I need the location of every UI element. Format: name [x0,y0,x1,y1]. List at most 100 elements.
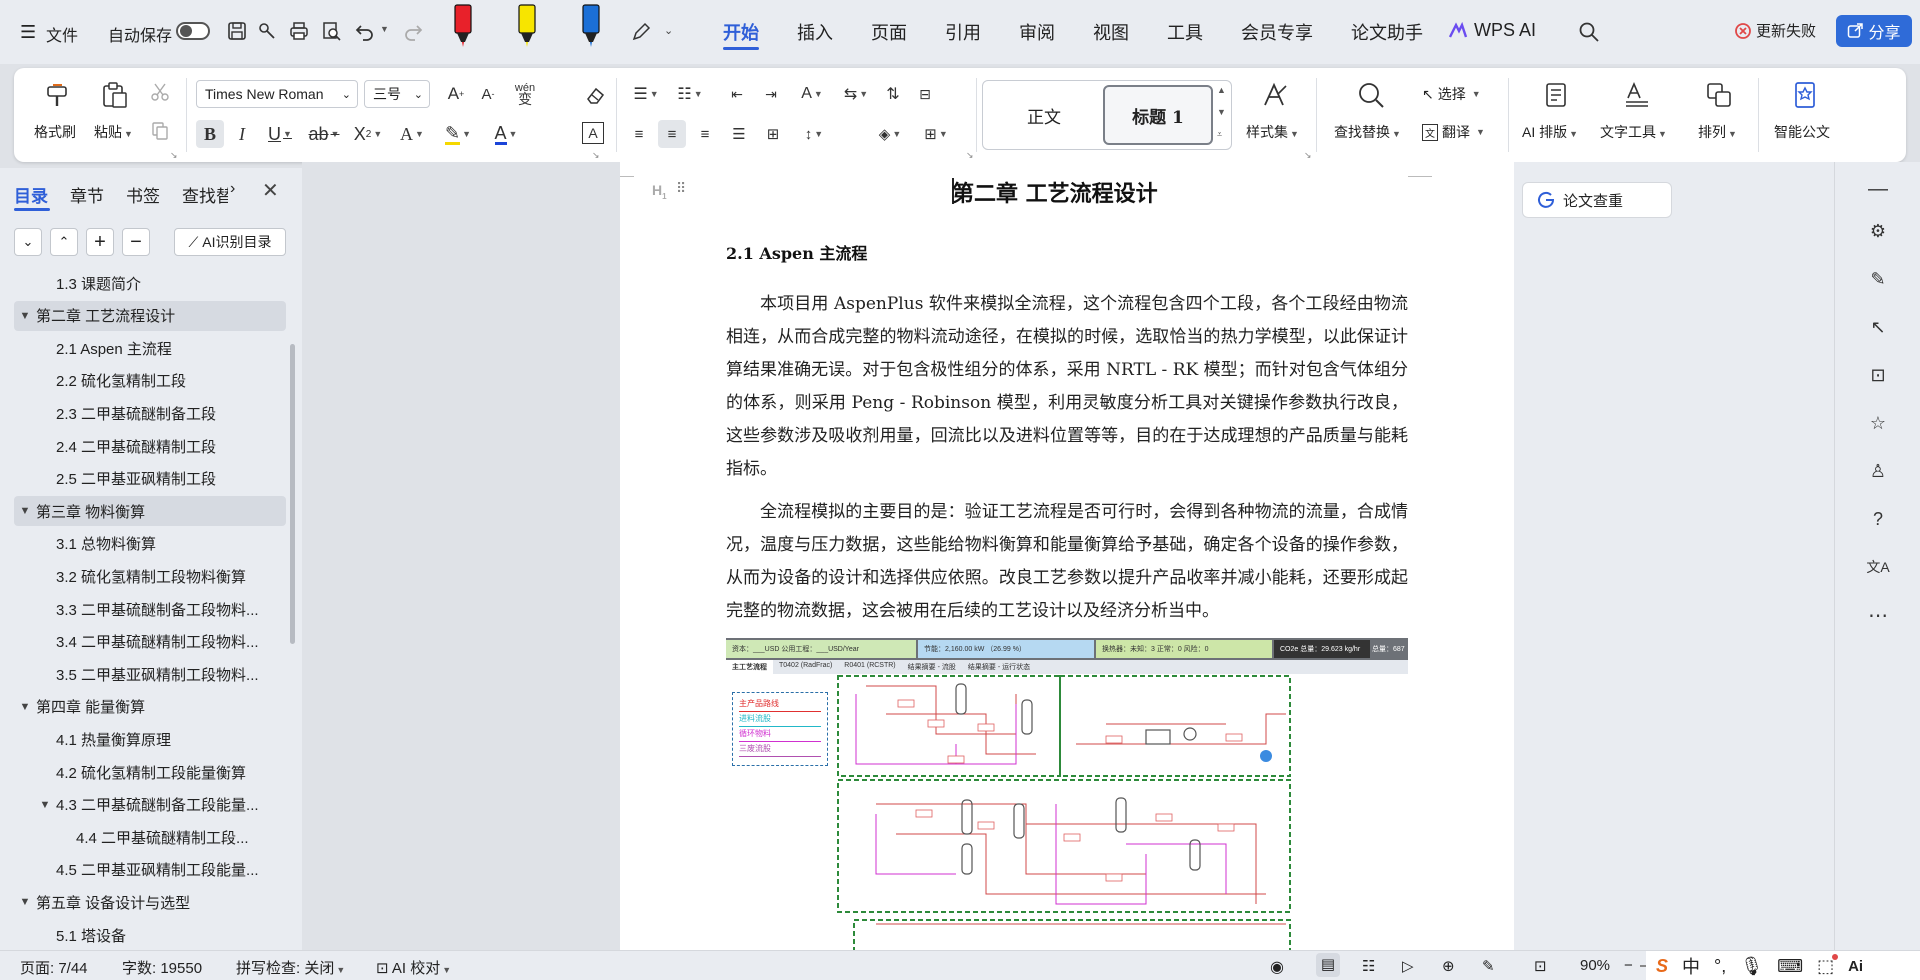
sogou-logo-icon[interactable]: S [1656,956,1668,977]
align-center-icon[interactable]: ≡ [658,120,686,148]
nav-tab-bookmark[interactable]: 书签 [126,182,160,207]
image-tool-icon[interactable]: ⊡ [1863,360,1893,390]
toc-item[interactable]: ▼ 第三章 物料衡算 [14,496,286,527]
expand-arrow-icon[interactable]: ▼ [34,799,56,811]
flowsheet-tab[interactable]: 结果摘要 - 流股 [902,660,962,674]
more-icon[interactable]: ⋯ [1863,600,1893,630]
red-marker-icon[interactable] [452,4,474,48]
help-icon[interactable]: ? [1863,504,1893,534]
toc-item[interactable]: 2.4 二甲基硫醚精制工段 [14,431,286,461]
find-replace-button[interactable]: 查找替换 ▼ [1334,122,1401,142]
shirt-icon[interactable]: ♙ [1863,456,1893,486]
style-more-icon[interactable]: ⩡ [1217,129,1222,140]
style-launcher-icon[interactable]: ↘ [1304,150,1312,161]
expand-all-icon[interactable]: ⌃ [50,228,78,256]
clipboard-launcher-icon[interactable]: ↘ [170,150,178,161]
paragraph-1[interactable]: 本项目用 AspenPlus 软件来模拟全流程，这个流程包含四个工段，各个工段经… [726,288,1408,486]
grow-font-icon[interactable]: A + [444,82,468,106]
format-painter-icon[interactable] [44,82,72,110]
tab-thesis-assistant[interactable]: 论文助手 [1332,0,1442,64]
shading-button[interactable]: ◈ ▼ [870,120,910,148]
toc-item[interactable]: 5.1 塔设备 [14,920,286,950]
clear-format-icon[interactable] [584,84,606,106]
expand-arrow-icon[interactable]: ▼ [14,505,36,517]
update-failed-button[interactable]: 更新失败 [1734,20,1816,41]
border-button[interactable]: ⊞ ▼ [916,120,956,148]
show-marks-icon[interactable]: ⊟ [912,80,938,108]
ime-toolbox-icon[interactable]: ⬚ [1817,953,1839,977]
tab-insert[interactable]: 插入 [778,0,852,64]
section-title[interactable]: 2.1 Aspen 主流程 [726,240,867,264]
text-tools-button[interactable]: 文字工具 ▼ [1600,122,1667,142]
superscript-button[interactable]: X 2 ▼ [348,120,388,148]
sort-icon[interactable]: ⇅ [880,80,906,108]
flowsheet-tab[interactable]: T0402 (RadFrac) [773,660,838,674]
ime-punctuation-icon[interactable]: °, [1714,956,1726,977]
expand-arrow-icon[interactable]: ▼ [14,310,36,322]
toc-item[interactable]: ▼ 第四章 能量衡算 [14,692,286,722]
font-name-select[interactable]: Times New Roman ⌄ [196,80,358,108]
shrink-font-icon[interactable]: A- [476,82,500,106]
chevron-right-icon[interactable]: › [230,180,235,198]
page-indicator[interactable]: 页面: 7/44 [20,957,88,978]
print-icon[interactable] [288,20,310,42]
underline-button[interactable]: U ▼ [260,120,300,148]
style-up-icon[interactable]: ▲ [1217,85,1226,95]
style-down-icon[interactable]: ▼ [1217,107,1226,117]
pen-edit-icon[interactable]: ✎ [1863,264,1893,294]
decrease-indent-icon[interactable]: ⇤ [724,80,750,108]
eye-protection-icon[interactable]: ✎ [1482,957,1495,975]
toc-item[interactable]: ▼ 第五章 设备设计与选型 [14,887,286,917]
tab-review[interactable]: 审阅 [1000,0,1074,64]
yellow-marker-icon[interactable] [516,4,538,48]
drag-handle-icon[interactable]: ⠿ [676,180,686,197]
font-size-select[interactable]: 三号 ⌄ [364,80,430,108]
toc-item[interactable]: 3.2 硫化氢精制工段物料衡算 [14,561,286,591]
expand-arrow-icon[interactable]: ▼ [14,701,36,713]
phonetic-guide-icon[interactable]: wén 变 [508,80,542,108]
toc-item[interactable]: 2.2 硫化氢精制工段 [14,366,286,396]
page-view-icon[interactable]: ▤ [1316,953,1340,977]
paragraph-launcher-icon[interactable]: ↘ [966,150,974,161]
tab-references[interactable]: 引用 [926,0,1000,64]
smart-doc-icon[interactable] [1790,80,1820,110]
tab-member[interactable]: 会员专享 [1222,0,1332,64]
file-menu[interactable]: 文件 [46,22,78,46]
remove-heading-icon[interactable]: − [122,228,150,256]
toc-item[interactable]: 4.1 热量衡算原理 [14,724,286,754]
strikethrough-button[interactable]: ab ▼ [304,120,344,148]
zoom-out-icon[interactable]: − [1624,957,1633,974]
justify-icon[interactable]: ☰ [726,120,752,148]
ai-toc-button[interactable]: ⟋ AI识别目录 [174,228,286,256]
format-painter-label[interactable]: 格式刷 [34,122,76,142]
char-border-icon[interactable]: A [582,122,604,144]
italic-button[interactable]: I [228,120,256,148]
add-heading-icon[interactable]: + [86,228,114,256]
increase-indent-icon[interactable]: ⇥ [758,80,784,108]
blue-marker-icon[interactable] [580,4,602,48]
toc-item[interactable]: 4.5 二甲基亚砜精制工段能量... [14,855,286,885]
align-left-icon[interactable]: ≡ [626,120,652,148]
ai-proof-button[interactable]: ⊡ AI 校对 ▼ [376,957,451,978]
style-set-button[interactable]: 样式集 ▼ [1246,122,1299,142]
aspen-flowsheet-image[interactable]: 资本：___USD 公用工程：___USD/Year 节能：2,160.00 k… [726,638,1408,950]
web-view-icon[interactable]: ⊕ [1442,957,1455,975]
sort-swap-button[interactable]: ⇆ ▼ [836,80,876,108]
copy-icon[interactable] [150,120,170,140]
redo-icon[interactable] [402,20,424,42]
arrange-icon[interactable] [1704,80,1734,110]
cut-icon[interactable] [150,82,170,102]
text-direction-button[interactable]: A ▼ [792,80,832,108]
fit-window-icon[interactable]: ⊡ [1534,957,1547,975]
microphone-icon[interactable]: 🎙 [1740,956,1763,977]
outline-view-icon[interactable]: ☷ [1362,957,1375,975]
arrange-button[interactable]: 排列 ▼ [1698,122,1737,142]
star-icon[interactable]: ☆ [1863,408,1893,438]
flowsheet-tab[interactable]: R0401 (RCSTR) [838,660,901,674]
share-button[interactable]: 分享 [1836,15,1912,47]
close-pane-icon[interactable]: ✕ [262,178,279,203]
tab-view[interactable]: 视图 [1074,0,1148,64]
toc-item[interactable]: 3.4 二甲基硫醚精制工段物料... [14,627,286,657]
autosave-toggle[interactable] [176,22,210,40]
highlight-color-button[interactable]: ✎ ▼ [436,120,480,148]
